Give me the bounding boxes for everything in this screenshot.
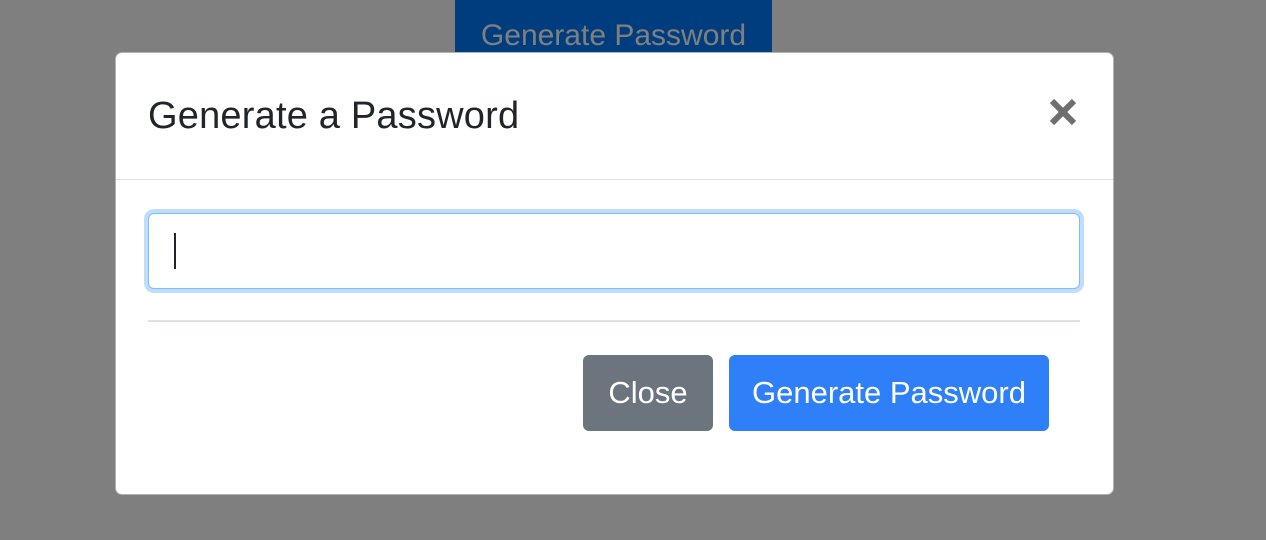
modal-close-x-button[interactable] <box>1046 95 1080 129</box>
text-caret <box>174 233 176 269</box>
close-button[interactable]: Close <box>583 355 713 431</box>
generate-password-button[interactable]: Generate Password <box>729 355 1049 431</box>
modal-title: Generate a Password <box>148 95 520 137</box>
close-icon <box>1046 95 1080 129</box>
modal-header: Generate a Password <box>116 53 1113 180</box>
generate-password-modal: Generate a Password Close Generate Passw… <box>115 52 1114 495</box>
modal-divider <box>148 320 1080 322</box>
password-input[interactable] <box>148 213 1080 289</box>
